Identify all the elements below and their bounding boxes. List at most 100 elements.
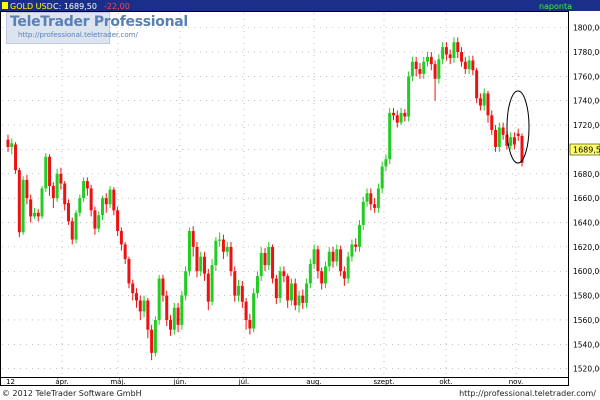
candle-body: [388, 112, 392, 160]
candle-body: [354, 244, 358, 247]
x-tick-label: 12: [6, 378, 15, 386]
candle-body: [104, 198, 108, 205]
candle-body: [108, 189, 112, 205]
candle-body: [376, 188, 380, 208]
candle-body: [320, 271, 324, 284]
candle-body: [297, 295, 301, 306]
candle-body: [21, 179, 25, 233]
watermark-brand: TeleTrader Professional: [10, 14, 188, 30]
candle-body: [361, 201, 365, 225]
candle-body: [259, 252, 263, 277]
footer-url[interactable]: http://professional.teletrader.com/: [459, 389, 596, 398]
candle-body: [373, 204, 377, 208]
candle-body: [165, 295, 169, 320]
candle-body: [369, 193, 373, 205]
candle-body: [180, 295, 184, 325]
candle-body: [460, 51, 464, 62]
candle-body: [36, 212, 40, 217]
candle-body: [210, 265, 214, 302]
candle-body: [127, 259, 131, 284]
candle-body: [308, 263, 312, 284]
candle-body: [233, 271, 237, 296]
candle-body: [244, 301, 248, 320]
candle-body: [478, 98, 482, 106]
candle-body: [433, 64, 437, 79]
candle-body: [78, 198, 82, 213]
candle-body: [135, 293, 138, 301]
x-tick-label: szept.: [373, 378, 394, 386]
candle-body: [176, 307, 180, 325]
close-label: C: 1689,50: [53, 2, 97, 11]
period-label: napontа: [539, 2, 572, 11]
y-tick-label: 1680,00: [573, 170, 600, 179]
candle-body: [74, 212, 78, 240]
symbol-label: GOLD USD: [10, 2, 53, 11]
candle-body: [66, 203, 70, 222]
candle-body: [97, 215, 101, 229]
candle-body: [146, 300, 150, 330]
x-tick-label: ápr.: [55, 378, 68, 386]
candle-body: [169, 319, 173, 330]
y-tick-label: 1600,00: [573, 267, 600, 276]
candle-body: [441, 47, 445, 60]
candle-body: [199, 256, 203, 272]
candle-body: [437, 59, 441, 79]
candle-body: [70, 221, 74, 240]
candle-body: [357, 224, 361, 247]
candle-body: [282, 271, 286, 277]
candle-body: [10, 143, 14, 147]
candle-body: [89, 188, 93, 211]
candle-body: [59, 173, 63, 184]
y-axis: 1520,00 1540,00 1560,00 1580,00 1600,00 1620,…: [573, 24, 600, 374]
candle-body: [494, 129, 498, 147]
footer-copyright: © 2012 TeleTrader Software GmbH: [2, 389, 142, 398]
candle-body: [316, 249, 320, 272]
candle-body: [153, 319, 157, 353]
candle-body: [407, 76, 411, 117]
y-tick-label: 1660,00: [573, 194, 600, 203]
candle-body: [6, 139, 10, 147]
candle-body: [172, 307, 176, 330]
candle-body: [255, 276, 259, 294]
x-tick-label: jún.: [172, 378, 186, 386]
candle-body: [380, 166, 384, 189]
y-tick-label: 1760,00: [573, 72, 600, 81]
candle-body: [342, 271, 346, 279]
candle-body: [142, 300, 146, 312]
candle-body: [161, 278, 165, 296]
candle-body: [429, 56, 433, 65]
y-tick-label: 1560,00: [573, 316, 600, 325]
candle-body: [475, 70, 479, 99]
candle-body: [221, 239, 225, 252]
candle-body: [157, 278, 161, 320]
candle-body: [55, 173, 59, 199]
candle-body: [350, 244, 354, 257]
last-price-label: 1689,50: [573, 146, 600, 155]
candle-body: [384, 159, 388, 167]
candle-body: [17, 170, 21, 233]
chart-window: GOLD USD C: 1689,50 -22,00 napontа 1520,…: [0, 0, 600, 400]
candle-body: [509, 137, 513, 146]
candle-body: [214, 240, 218, 266]
candle-body: [225, 246, 229, 252]
y-tick-label: 1620,00: [573, 243, 600, 252]
candle-body: [339, 249, 343, 272]
candle-body: [365, 193, 369, 202]
candle-body: [248, 319, 252, 329]
y-tick-label: 1800,00: [573, 24, 600, 33]
candle-body: [463, 61, 467, 70]
watermark-url: http://professional.teletrader.com/: [18, 31, 138, 39]
candle-body: [335, 249, 339, 262]
candle-body: [452, 42, 456, 59]
y-tick-label: 1540,00: [573, 340, 600, 349]
y-tick-label: 1780,00: [573, 48, 600, 57]
candle-body: [48, 156, 52, 186]
candle-body: [410, 61, 414, 77]
candle-body: [501, 127, 505, 135]
candle-body: [395, 115, 399, 123]
candle-body: [40, 188, 44, 217]
candle-body: [93, 210, 97, 229]
candle-body: [414, 61, 418, 70]
candle-body: [418, 69, 422, 74]
candle-body: [312, 249, 316, 264]
